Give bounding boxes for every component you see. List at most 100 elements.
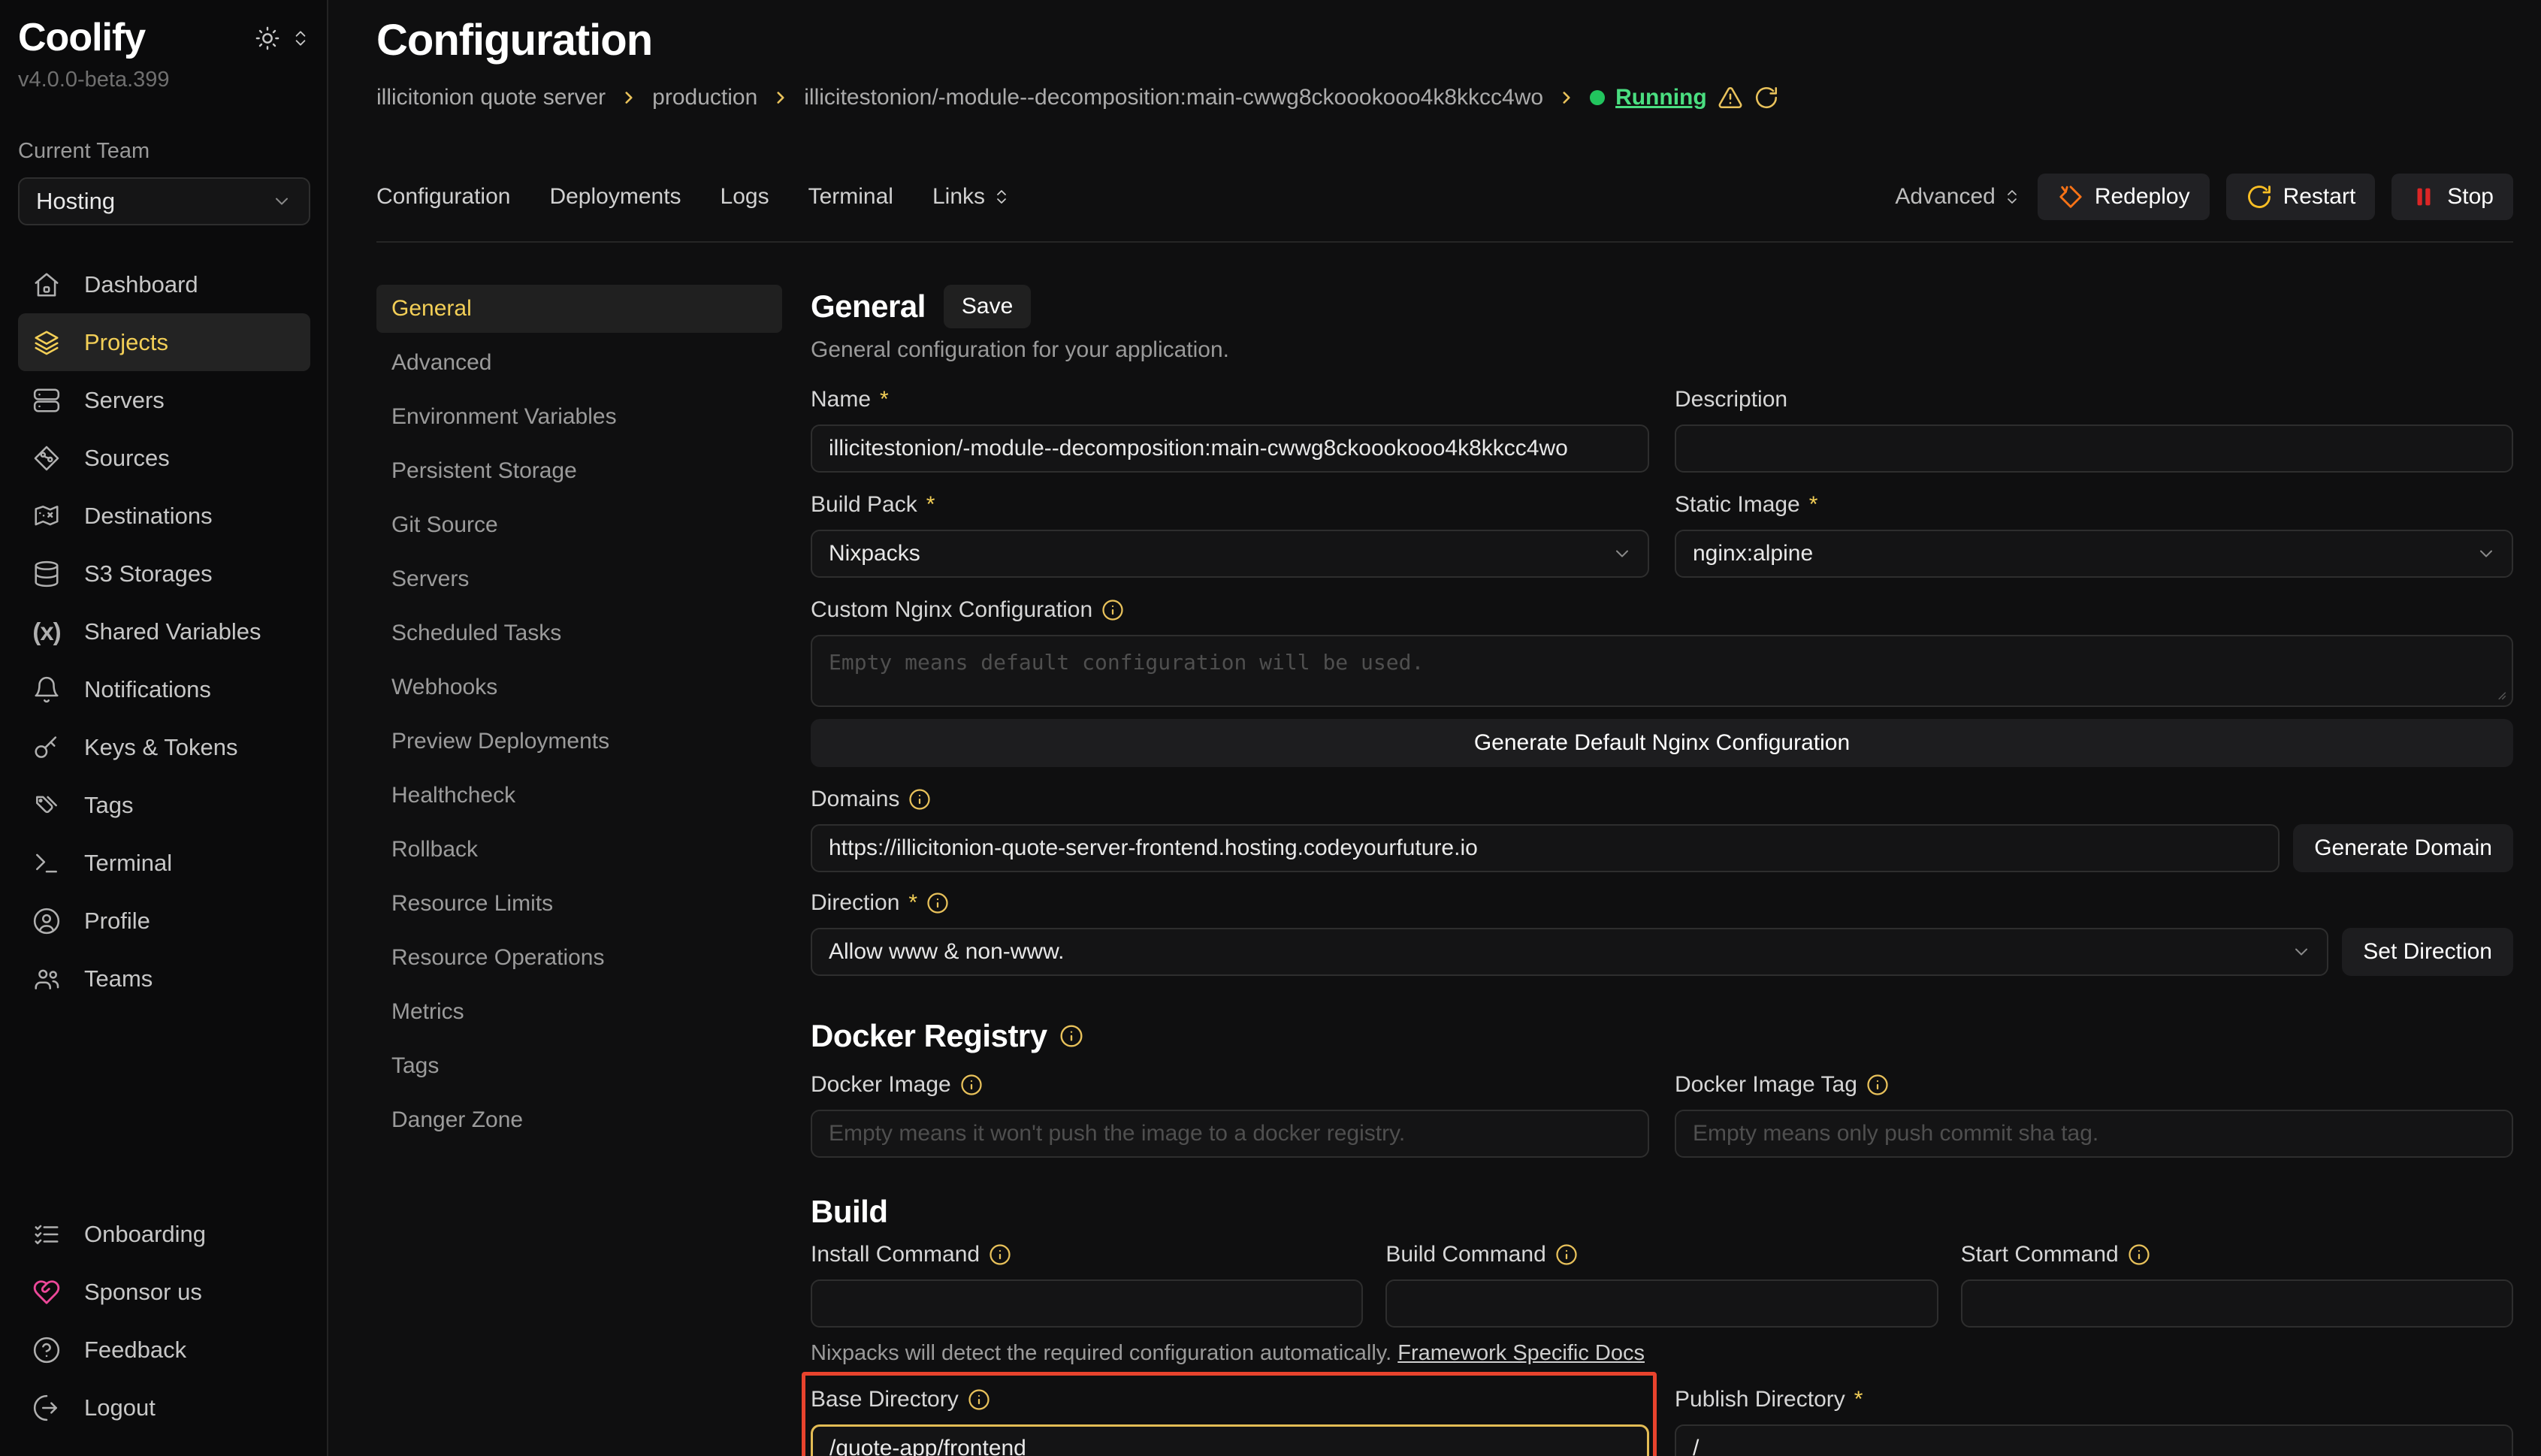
info-icon[interactable] [1101, 599, 1124, 621]
install-command-input[interactable] [811, 1279, 1363, 1328]
settings-subnav: General Advanced Environment Variables P… [376, 285, 782, 1456]
logo-row: Coolify [18, 15, 310, 60]
subnav-general[interactable]: General [376, 285, 782, 333]
sidebar-item-onboarding[interactable]: Onboarding [18, 1205, 310, 1263]
custom-nginx-textarea[interactable] [811, 635, 2513, 707]
subnav-webhooks[interactable]: Webhooks [376, 663, 782, 711]
subnav-healthcheck[interactable]: Healthcheck [376, 772, 782, 820]
help-circle-icon [32, 1336, 62, 1364]
resize-handle[interactable] [2494, 687, 2507, 701]
sidebar-item-keys-tokens[interactable]: Keys & Tokens [18, 718, 310, 776]
subnav-persistent-storage[interactable]: Persistent Storage [376, 447, 782, 495]
generate-domain-button[interactable]: Generate Domain [2293, 824, 2513, 872]
domains-field: Domains Generate Domain [811, 785, 2513, 872]
tab-configuration[interactable]: Configuration [376, 184, 510, 210]
build-pack-field: Build Pack * Nixpacks [811, 491, 1649, 578]
build-command-input[interactable] [1385, 1279, 1938, 1328]
info-icon[interactable] [968, 1388, 990, 1411]
name-field: Name * [811, 385, 1649, 473]
framework-docs-link[interactable]: Framework Specific Docs [1397, 1341, 1645, 1365]
breadcrumb-project[interactable]: illicitonion quote server [376, 85, 606, 110]
chevron-down-icon [1612, 543, 1633, 564]
breadcrumb-application[interactable]: illicitestonion/-module--decomposition:m… [804, 85, 1543, 110]
base-directory-input[interactable] [811, 1424, 1649, 1456]
subnav-danger-zone[interactable]: Danger Zone [376, 1096, 782, 1144]
subnav-git-source[interactable]: Git Source [376, 501, 782, 549]
generate-nginx-button[interactable]: Generate Default Nginx Configuration [811, 719, 2513, 767]
docker-image-input[interactable] [811, 1110, 1649, 1158]
info-icon[interactable] [1555, 1243, 1578, 1266]
sidebar-item-servers[interactable]: Servers [18, 371, 310, 429]
sidebar-item-profile[interactable]: Profile [18, 892, 310, 950]
static-image-field: Static Image * nginx:alpine [1675, 491, 2513, 578]
start-command-field: Start Command [1961, 1240, 2513, 1328]
breadcrumb-environment[interactable]: production [652, 85, 757, 110]
warning-triangle-icon[interactable] [1718, 85, 1743, 110]
subnav-resource-operations[interactable]: Resource Operations [376, 934, 782, 982]
chevrons-up-down-icon[interactable] [291, 29, 310, 48]
info-icon[interactable] [1059, 1024, 1083, 1048]
subnav-scheduled-tasks[interactable]: Scheduled Tasks [376, 609, 782, 657]
sidebar-item-s3-storages[interactable]: S3 Storages [18, 545, 310, 603]
sidebar-item-projects[interactable]: Projects [18, 313, 310, 371]
info-icon[interactable] [908, 788, 931, 811]
subnav-environment-variables[interactable]: Environment Variables [376, 393, 782, 441]
sidebar-item-logout[interactable]: Logout [18, 1379, 310, 1436]
info-icon[interactable] [989, 1243, 1011, 1266]
sidebar-item-dashboard[interactable]: Dashboard [18, 255, 310, 313]
required-mark: * [880, 387, 889, 412]
name-input[interactable] [811, 424, 1649, 473]
tab-terminal[interactable]: Terminal [808, 184, 893, 210]
sidebar-item-teams[interactable]: Teams [18, 950, 310, 1007]
description-input[interactable] [1675, 424, 2513, 473]
tab-links[interactable]: Links [932, 184, 1011, 210]
theme-toggle-sun-icon[interactable] [255, 26, 280, 51]
sidebar-item-shared-variables[interactable]: (x) Shared Variables [18, 603, 310, 660]
set-direction-button[interactable]: Set Direction [2342, 928, 2513, 976]
info-icon[interactable] [960, 1074, 983, 1096]
info-icon[interactable] [2128, 1243, 2150, 1266]
sidebar-nav: Dashboard Projects Servers Sources Desti… [18, 255, 310, 1007]
redeploy-button[interactable]: Redeploy [2038, 174, 2210, 220]
sidebar-item-sources[interactable]: Sources [18, 429, 310, 487]
advanced-dropdown[interactable]: Advanced [1895, 184, 2020, 210]
terminal-icon [32, 849, 62, 878]
team-select[interactable]: Hosting [18, 177, 310, 225]
start-command-input[interactable] [1961, 1279, 2513, 1328]
chevron-down-icon [2476, 543, 2497, 564]
subnav-resource-limits[interactable]: Resource Limits [376, 880, 782, 928]
status-running-link[interactable]: Running [1615, 85, 1707, 110]
general-heading: General [811, 288, 926, 325]
sidebar-item-notifications[interactable]: Notifications [18, 660, 310, 718]
save-button[interactable]: Save [944, 285, 1031, 328]
name-label: Name [811, 387, 871, 412]
team-select-value: Hosting [36, 188, 115, 215]
sidebar-item-feedback[interactable]: Feedback [18, 1321, 310, 1379]
sidebar-item-destinations[interactable]: Destinations [18, 487, 310, 545]
tab-logs[interactable]: Logs [721, 184, 769, 210]
subnav-servers[interactable]: Servers [376, 555, 782, 603]
static-image-select[interactable]: nginx:alpine [1675, 530, 2513, 578]
sidebar-item-tags[interactable]: Tags [18, 776, 310, 834]
docker-image-tag-input[interactable] [1675, 1110, 2513, 1158]
refresh-icon[interactable] [1754, 85, 1779, 110]
info-icon[interactable] [1866, 1074, 1889, 1096]
start-command-label: Start Command [1961, 1242, 2119, 1267]
build-pack-select[interactable]: Nixpacks [811, 530, 1649, 578]
direction-select[interactable]: Allow www & non-www. [811, 928, 2328, 976]
domains-input[interactable] [811, 824, 2280, 872]
subnav-preview-deployments[interactable]: Preview Deployments [376, 717, 782, 766]
main-content: Configuration illicitonion quote server … [328, 0, 2541, 1456]
publish-directory-input[interactable] [1675, 1424, 2513, 1456]
tab-deployments[interactable]: Deployments [549, 184, 681, 210]
subnav-metrics[interactable]: Metrics [376, 988, 782, 1036]
sidebar-item-sponsor[interactable]: Sponsor us [18, 1263, 310, 1321]
sidebar-item-terminal[interactable]: Terminal [18, 834, 310, 892]
subnav-rollback[interactable]: Rollback [376, 826, 782, 874]
restart-button[interactable]: Restart [2226, 174, 2376, 220]
stop-button[interactable]: Stop [2391, 174, 2513, 220]
subnav-advanced[interactable]: Advanced [376, 339, 782, 387]
subnav-tags[interactable]: Tags [376, 1042, 782, 1090]
info-icon[interactable] [926, 892, 949, 914]
build-pack-value: Nixpacks [829, 541, 920, 566]
